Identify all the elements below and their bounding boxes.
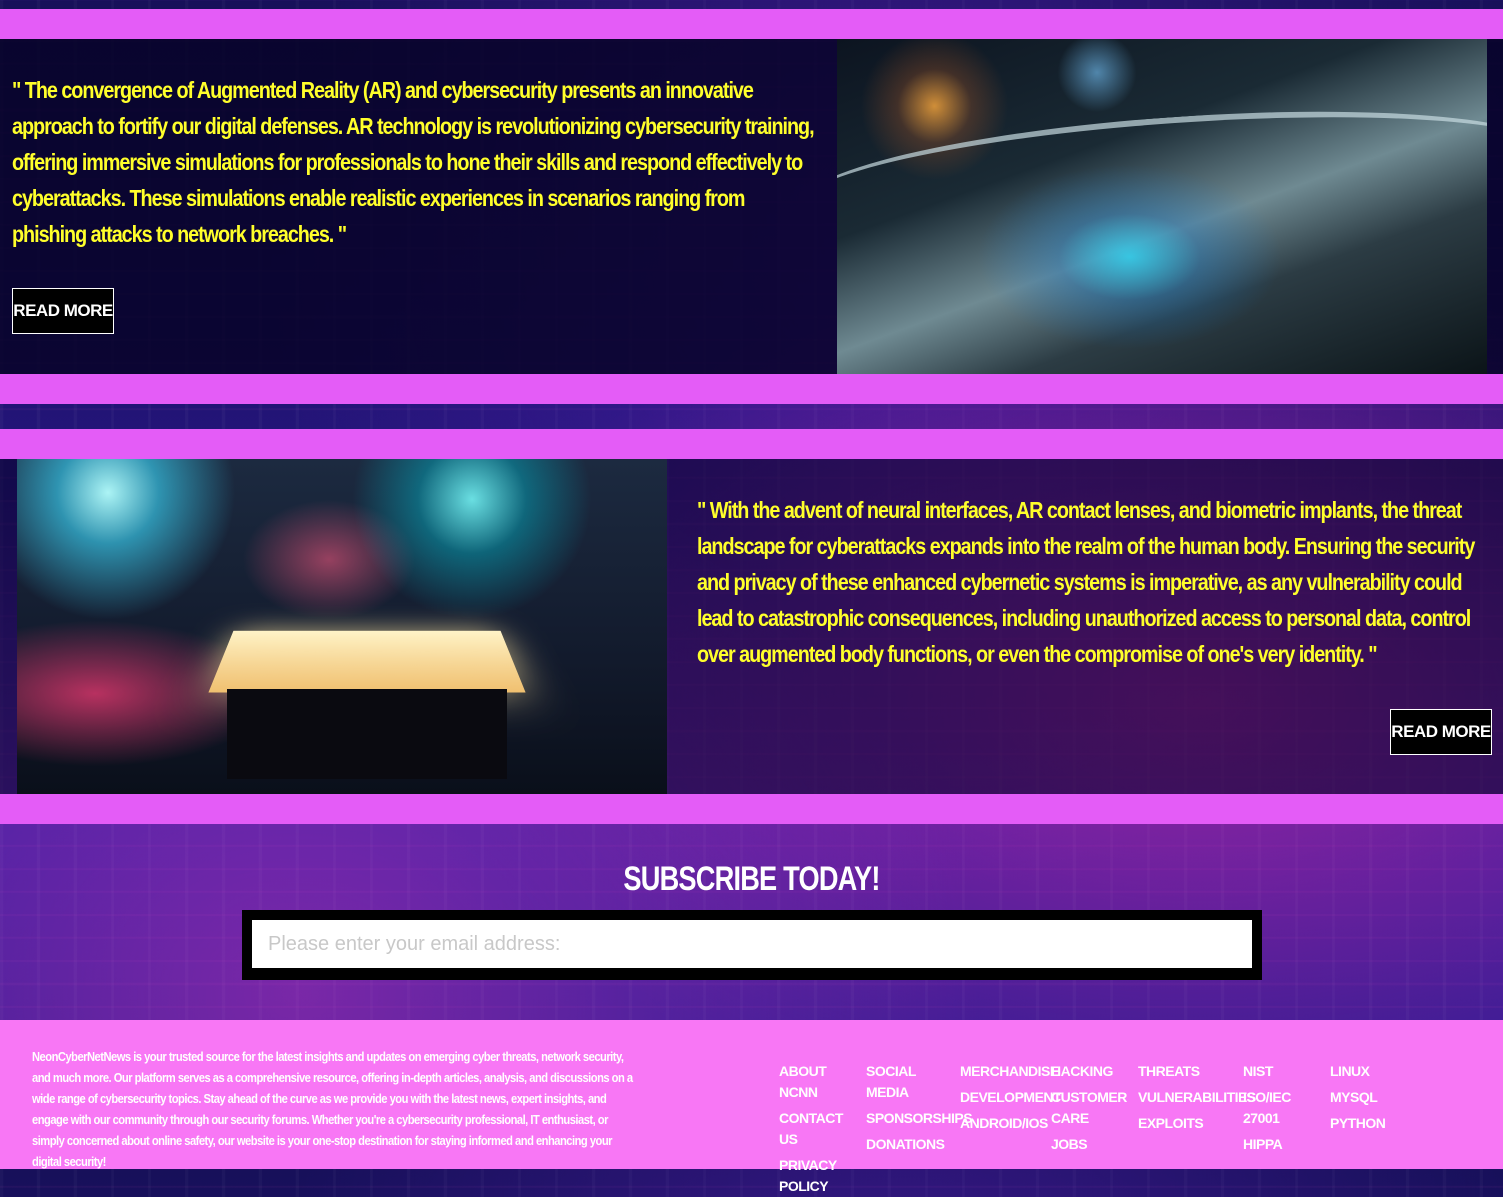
article-1-quote: " The convergence of Augmented Reality (… bbox=[12, 77, 815, 247]
footer-link-contact-us[interactable]: CONTACT US bbox=[779, 1108, 859, 1150]
footer-link-donations[interactable]: DONATIONS bbox=[866, 1134, 956, 1155]
divider-band bbox=[0, 374, 1503, 404]
footer-column-4: HACKING CUSTOMER CARE JOBS bbox=[1051, 1056, 1127, 1155]
footer-link-hacking[interactable]: HACKING bbox=[1051, 1061, 1121, 1082]
subscribe-title: SUBSCRIBE TODAY! bbox=[623, 860, 880, 898]
footer-column-6: NIST ISO/IEC 27001 HIPPA bbox=[1243, 1056, 1303, 1155]
footer-column-7: LINUX MYSQL PYTHON bbox=[1330, 1056, 1390, 1134]
footer-link-exploits[interactable]: EXPLOITS bbox=[1138, 1113, 1238, 1134]
divider-band bbox=[0, 429, 1503, 459]
footer-column-2: SOCIAL MEDIA SPONSORSHIPS DONATIONS bbox=[866, 1056, 973, 1155]
footer-link-about-ncnn[interactable]: ABOUT NCNN bbox=[779, 1061, 859, 1103]
footer-link-customer-care[interactable]: CUSTOMER CARE bbox=[1051, 1087, 1127, 1129]
email-field-frame bbox=[242, 910, 1262, 980]
article-1-read-more-button[interactable]: READ MORE bbox=[12, 288, 114, 334]
footer-link-social-media[interactable]: SOCIAL MEDIA bbox=[866, 1061, 956, 1103]
footer-link-merchandise[interactable]: MERCHANDISE bbox=[960, 1061, 1059, 1082]
footer-link-sponsorships[interactable]: SPONSORSHIPS bbox=[866, 1108, 973, 1129]
footer-link-python[interactable]: PYTHON bbox=[1330, 1113, 1390, 1134]
footer-link-development[interactable]: DEVELOPMENT bbox=[960, 1087, 1062, 1108]
footer-column-3: MERCHANDISE DEVELOPMENT ANDROID/IOS bbox=[960, 1056, 1062, 1134]
article-2-quote: " With the advent of neural interfaces, … bbox=[697, 497, 1475, 667]
footer-link-threats[interactable]: THREATS bbox=[1138, 1061, 1238, 1082]
divider-band bbox=[0, 794, 1503, 824]
footer-link-nist[interactable]: NIST bbox=[1243, 1061, 1303, 1082]
footer-link-privacy-policy[interactable]: PRIVACY POLICY bbox=[779, 1155, 859, 1197]
top-band bbox=[0, 9, 1503, 39]
footer-link-mysql[interactable]: MYSQL bbox=[1330, 1087, 1390, 1108]
article-2-image bbox=[17, 459, 667, 794]
footer-link-iso-iec-27001[interactable]: ISO/IEC 27001 bbox=[1243, 1087, 1303, 1129]
footer-link-hippa[interactable]: HIPPA bbox=[1243, 1134, 1303, 1155]
footer-column-1: ABOUT NCNN CONTACT US PRIVACY POLICY bbox=[779, 1056, 859, 1197]
article-2-read-more-button[interactable]: READ MORE bbox=[1390, 709, 1492, 755]
email-field[interactable] bbox=[252, 920, 1252, 968]
footer-link-android-ios[interactable]: ANDROID/IOS bbox=[960, 1113, 1050, 1134]
footer-link-linux[interactable]: LINUX bbox=[1330, 1061, 1390, 1082]
article-1-image bbox=[837, 39, 1487, 374]
footer-column-5: THREATS VULNERABILITIES EXPLOITS bbox=[1138, 1056, 1256, 1134]
footer-link-jobs[interactable]: JOBS bbox=[1051, 1134, 1121, 1155]
footer-link-vulnerabilities[interactable]: VULNERABILITIES bbox=[1138, 1087, 1256, 1108]
footer-about-text: NeonCyberNetNews is your trusted source … bbox=[32, 1049, 633, 1169]
